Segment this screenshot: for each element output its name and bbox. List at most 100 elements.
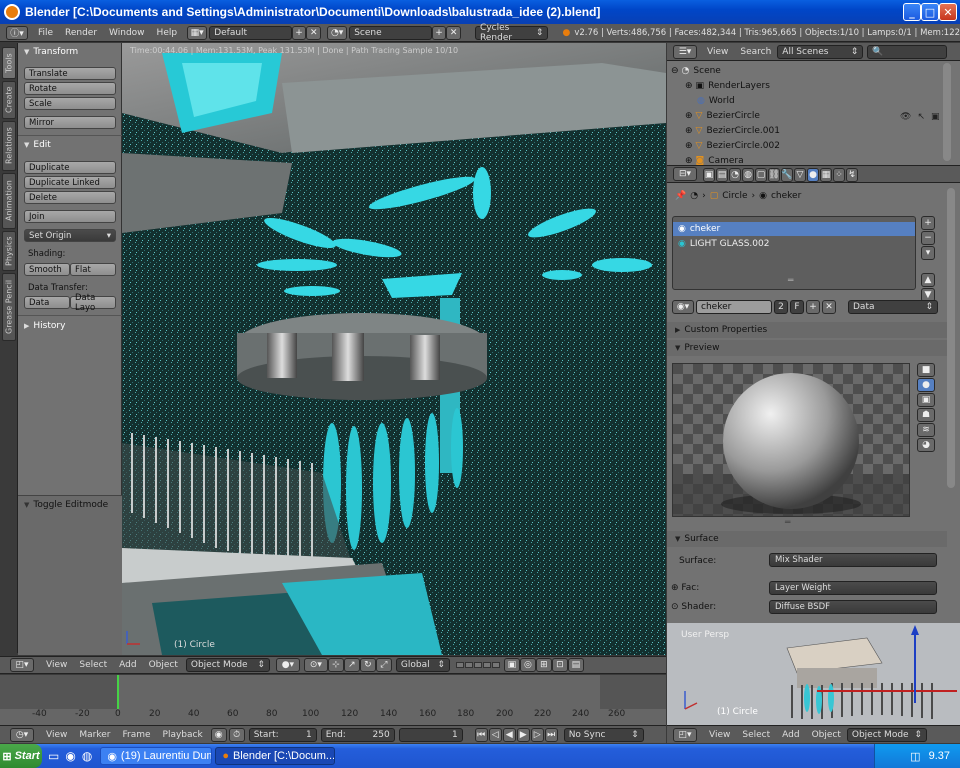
slot-specials-icon[interactable]: ▾ <box>921 246 935 260</box>
manipulator-toggle-icon[interactable]: ⊹ <box>327 658 344 672</box>
fac-input-select[interactable]: Layer Weight <box>769 581 937 595</box>
texture-tab-icon[interactable]: ▦ <box>820 168 832 182</box>
firefox-icon[interactable]: ◍ <box>82 749 92 763</box>
eye-icon[interactable]: 👁 <box>900 112 911 122</box>
editor-type-icon[interactable]: ⓘ▾ <box>6 25 28 40</box>
constraints-tab-icon[interactable]: ⛓ <box>768 168 780 182</box>
move-up-icon[interactable]: ▲ <box>921 273 935 287</box>
prev-keyframe-icon[interactable]: ◁ <box>488 727 502 742</box>
set-origin-dropdown[interactable]: Set Origin ▾ <box>24 229 116 242</box>
add-scene-icon[interactable]: + <box>431 25 447 40</box>
pivot-icon[interactable]: ⊙▾ <box>303 658 328 672</box>
menu-frame[interactable]: Frame <box>116 730 156 740</box>
editor-type-properties-icon[interactable]: ⊟▾ <box>673 167 697 181</box>
preview-hair-icon[interactable]: ≋ <box>917 423 935 437</box>
preview-cube-icon[interactable]: ▣ <box>917 393 935 407</box>
record-icon[interactable]: ◉ <box>210 727 227 742</box>
maximize-button[interactable]: □ <box>921 3 939 21</box>
pin-icon[interactable]: 📌 <box>675 191 686 201</box>
start-frame-field[interactable]: Start: 1 <box>248 727 317 742</box>
shading-mode-icon[interactable]: ●▾ <box>275 658 300 672</box>
render-engine-select[interactable]: Cycles Render ⇕ <box>475 23 549 43</box>
layer-icon[interactable] <box>482 662 491 668</box>
render-preview-icon[interactable]: ▤ <box>567 658 584 672</box>
preview-sky-icon[interactable]: ◕ <box>917 438 935 452</box>
render-layers-tab-icon[interactable]: ▤ <box>716 168 728 182</box>
snap-icon[interactable]: ⊞ <box>535 658 552 672</box>
editor-type-3d-icon[interactable]: ◰▾ <box>673 727 697 742</box>
proportional-edit-icon[interactable]: ◎ <box>519 658 536 672</box>
join-button[interactable]: Join <box>24 210 116 223</box>
outliner-scrollbar[interactable] <box>943 63 951 161</box>
menu-search[interactable]: Search <box>734 47 777 57</box>
tray-icon[interactable]: ◫ <box>910 750 920 763</box>
outliner-row-camera[interactable]: ⊕ ◙ Camera <box>685 153 744 166</box>
tab-physics[interactable]: Physics <box>2 231 16 271</box>
editor-type-timeline-icon[interactable]: ◷▾ <box>10 727 34 742</box>
shader-input-select[interactable]: Diffuse BSDF <box>769 600 937 614</box>
snap-target-icon[interactable]: ⊡ <box>551 658 568 672</box>
taskbar-item-blender[interactable]: ● Blender [C:\Docum... <box>215 747 336 765</box>
tab-tools[interactable]: Tools <box>2 47 16 79</box>
menu-window[interactable]: Window <box>103 28 151 38</box>
object-tab-icon[interactable]: ▢ <box>755 168 767 182</box>
screen-layout-field[interactable]: Default <box>209 25 292 40</box>
start-button[interactable]: ⊞ Start <box>0 744 42 768</box>
menu-add[interactable]: Add <box>113 660 142 670</box>
menu-playback[interactable]: Playback <box>157 730 209 740</box>
play-icon[interactable]: ▶ <box>516 727 530 742</box>
unlink-material-icon[interactable]: ✕ <box>822 300 836 314</box>
material-slot-row[interactable]: ◉ LIGHT GLASS.002 <box>673 237 915 251</box>
surface-header[interactable]: ▼ Surface <box>667 531 947 547</box>
duplicate-button[interactable]: Duplicate <box>24 161 116 174</box>
outliner-row-scene[interactable]: ⊖ ◔ Scene <box>671 63 721 78</box>
menu-help[interactable]: Help <box>151 28 184 38</box>
scene-tab-icon[interactable]: ◔ <box>729 168 741 182</box>
history-panel-header[interactable]: ▶ History <box>18 319 65 333</box>
outliner-row-beziercircle-002[interactable]: ⊕ ▽ BezierCircle.002 <box>685 138 780 153</box>
next-keyframe-icon[interactable]: ▷ <box>530 727 544 742</box>
resize-grip-icon[interactable]: ═ <box>785 518 790 528</box>
editor-type-3d-icon[interactable]: ◰▾ <box>10 658 34 672</box>
preview-flat-icon[interactable]: ■ <box>917 363 935 377</box>
outliner-search-input[interactable]: 🔍 <box>867 44 948 59</box>
duplicate-linked-button[interactable]: Duplicate Linked <box>24 176 116 189</box>
link-select[interactable]: Data ⇕ <box>848 300 938 314</box>
rotate-manipulator-icon[interactable]: ↻ <box>359 658 376 672</box>
layer-buttons[interactable] <box>455 662 500 668</box>
outliner-row-renderlayers[interactable]: ⊕ ▣ RenderLayers <box>685 78 770 93</box>
editor-type-outliner-icon[interactable]: ☰▾ <box>673 44 697 59</box>
tab-animation[interactable]: Animation <box>2 173 16 229</box>
fake-user-button[interactable]: F <box>790 300 804 314</box>
chrome-icon[interactable]: ◉ <box>65 749 75 763</box>
scene-field[interactable]: Scene <box>349 25 432 40</box>
menu-object[interactable]: Object <box>143 660 184 670</box>
preview-range-icon[interactable]: ⏱ <box>228 727 245 742</box>
menu-select[interactable]: Select <box>73 660 113 670</box>
layer-icon[interactable] <box>473 662 482 668</box>
display-mode-select[interactable]: All Scenes ⇕ <box>777 44 864 59</box>
modifiers-tab-icon[interactable]: 🔧 <box>781 168 793 182</box>
current-frame-marker[interactable] <box>117 675 119 709</box>
translate-button[interactable]: Translate <box>24 67 116 80</box>
remove-scene-icon[interactable]: ✕ <box>446 25 462 40</box>
timeline[interactable]: -40 -20 0 20 40 60 80 100 120 140 160 18… <box>0 675 666 725</box>
custom-properties-header[interactable]: ▶ Custom Properties <box>667 322 947 338</box>
current-frame-field[interactable]: 1 <box>398 727 463 742</box>
data-button[interactable]: Data <box>24 296 70 309</box>
window-titlebar[interactable]: Blender [C:\Documents and Settings\Admin… <box>0 0 960 24</box>
new-material-icon[interactable]: + <box>806 300 820 314</box>
properties-scrollbar[interactable] <box>947 188 955 488</box>
outliner-row-beziercircle[interactable]: ⊕ ▽ BezierCircle <box>685 108 760 123</box>
flat-button[interactable]: Flat <box>70 263 116 276</box>
mini-3d-viewport[interactable]: User Persp (1) Circle <box>667 623 960 725</box>
tab-grease-pencil[interactable]: Grease Pencil <box>2 273 16 341</box>
menu-view[interactable]: View <box>703 730 736 740</box>
resize-grip-icon[interactable]: ═ <box>788 276 793 286</box>
minimize-button[interactable]: _ <box>903 3 921 21</box>
tab-relations[interactable]: Relations <box>2 121 16 171</box>
menu-view[interactable]: View <box>40 730 73 740</box>
material-browse-icon[interactable]: ◉▾ <box>672 300 694 314</box>
render-tab-icon[interactable]: ▣ <box>703 168 715 182</box>
translate-manipulator-icon[interactable]: ↗ <box>343 658 360 672</box>
